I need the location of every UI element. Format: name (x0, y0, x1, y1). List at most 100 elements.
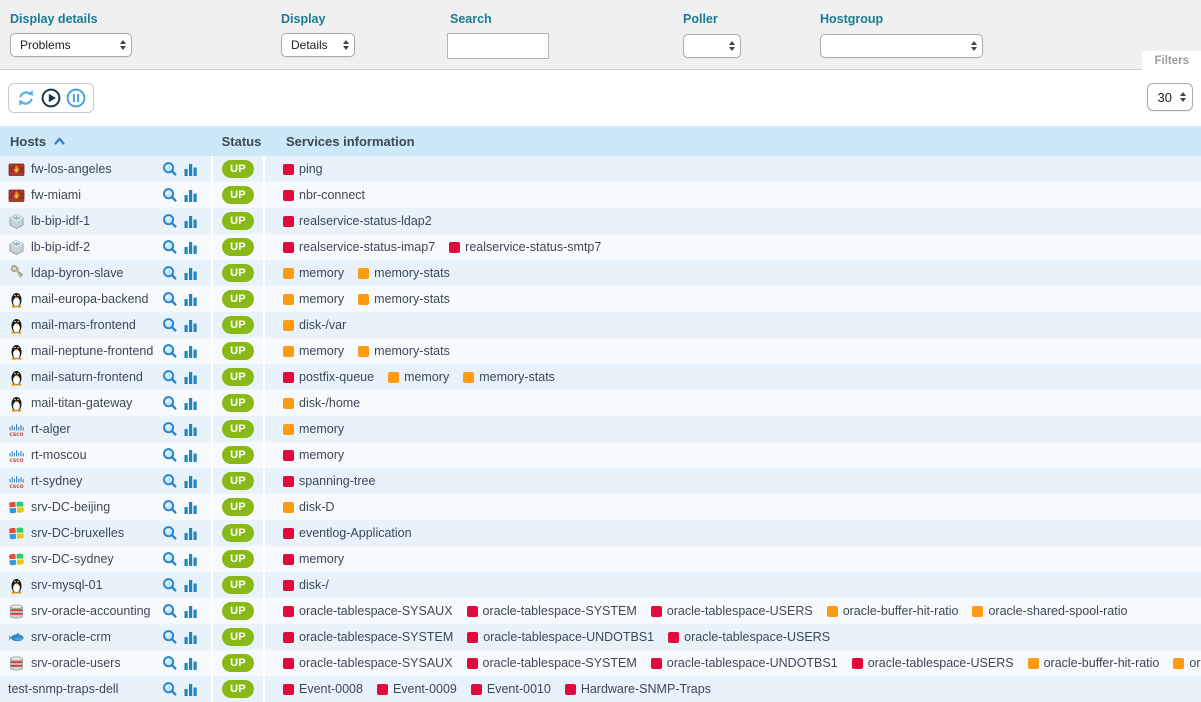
host-graph-chart-icon[interactable] (184, 214, 198, 229)
service-item[interactable]: memory (283, 422, 344, 436)
service-item[interactable]: memory (283, 344, 344, 358)
host-graph-chart-icon[interactable] (184, 526, 198, 541)
host-name[interactable]: rt-alger (31, 422, 162, 436)
service-item[interactable]: oracle-tablespace-SYSAUX (283, 656, 453, 670)
service-item[interactable]: oracle-tablespace-USERS (651, 604, 813, 618)
host-detail-magnifier-icon[interactable] (162, 473, 177, 489)
host-name[interactable]: mail-titan-gateway (31, 396, 162, 410)
pause-icon[interactable] (66, 88, 86, 108)
service-item[interactable]: memory (283, 448, 344, 462)
service-item[interactable]: oracle-tablespace-UNDOTBS1 (651, 656, 838, 670)
service-item[interactable]: realservice-status-smtp7 (449, 240, 601, 254)
host-name[interactable]: rt-sydney (31, 474, 162, 488)
host-detail-magnifier-icon[interactable] (162, 161, 177, 177)
service-item[interactable]: oracle-tablespace-UNDOTBS1 (467, 630, 654, 644)
service-item[interactable]: memory-stats (358, 292, 450, 306)
service-item[interactable]: nbr-connect (283, 188, 365, 202)
service-item[interactable]: oracle-tablespace-USERS (852, 656, 1014, 670)
host-detail-magnifier-icon[interactable] (162, 655, 177, 671)
host-name[interactable]: mail-mars-frontend (31, 318, 162, 332)
status-column-header[interactable]: Status (215, 134, 268, 149)
service-item[interactable]: ping (283, 162, 323, 176)
host-name[interactable]: srv-oracle-users (31, 656, 162, 670)
host-detail-magnifier-icon[interactable] (162, 629, 177, 645)
host-detail-magnifier-icon[interactable] (162, 265, 177, 281)
service-item[interactable]: memory (388, 370, 449, 384)
host-name[interactable]: mail-saturn-frontend (31, 370, 162, 384)
poller-select[interactable] (683, 34, 741, 58)
service-item[interactable]: disk-/home (283, 396, 360, 410)
service-item[interactable]: eventlog-Application (283, 526, 412, 540)
hosts-column-header[interactable]: Hosts (0, 134, 215, 149)
service-item[interactable]: Event-0009 (377, 682, 457, 696)
host-graph-chart-icon[interactable] (184, 240, 198, 255)
service-item[interactable]: oracle-shared-spool-ratio (972, 604, 1127, 618)
host-name[interactable]: srv-mysql-01 (31, 578, 162, 592)
service-item[interactable]: oracle-tablespace-SYSTEM (467, 656, 637, 670)
service-item[interactable]: Event-0008 (283, 682, 363, 696)
display-select[interactable]: Details (281, 33, 355, 57)
host-name[interactable]: lb-bip-idf-2 (31, 240, 162, 254)
filters-tab[interactable]: Filters (1142, 51, 1201, 70)
per-page-select[interactable]: 30 (1147, 83, 1193, 111)
service-item[interactable]: oracle-tablespace-SYSAUX (283, 604, 453, 618)
service-item[interactable]: memory (283, 292, 344, 306)
host-detail-magnifier-icon[interactable] (162, 369, 177, 385)
host-detail-magnifier-icon[interactable] (162, 291, 177, 307)
service-item[interactable]: realservice-status-ldap2 (283, 214, 432, 228)
host-name[interactable]: ldap-byron-slave (31, 266, 162, 280)
host-name[interactable]: fw-miami (31, 188, 162, 202)
service-item[interactable]: memory-stats (358, 266, 450, 280)
play-icon[interactable] (41, 88, 61, 108)
host-detail-magnifier-icon[interactable] (162, 577, 177, 593)
host-name[interactable]: srv-DC-bruxelles (31, 526, 162, 540)
service-item[interactable]: disk-D (283, 500, 334, 514)
host-graph-chart-icon[interactable] (184, 266, 198, 281)
host-detail-magnifier-icon[interactable] (162, 421, 177, 437)
service-item[interactable]: disk-/ (283, 578, 329, 592)
host-name[interactable]: mail-neptune-frontend (31, 344, 162, 358)
host-graph-chart-icon[interactable] (184, 682, 198, 697)
service-item[interactable]: oracle-tablespace-USERS (668, 630, 830, 644)
service-item[interactable]: oracle-shared-spool-ratio (1173, 656, 1201, 670)
host-graph-chart-icon[interactable] (184, 578, 198, 593)
host-graph-chart-icon[interactable] (184, 344, 198, 359)
service-item[interactable]: realservice-status-imap7 (283, 240, 435, 254)
host-name[interactable]: test-snmp-traps-dell (8, 682, 162, 696)
host-graph-chart-icon[interactable] (184, 318, 198, 333)
display-details-select[interactable]: Problems (10, 33, 132, 57)
host-detail-magnifier-icon[interactable] (162, 525, 177, 541)
host-graph-chart-icon[interactable] (184, 604, 198, 619)
host-name[interactable]: srv-oracle-accounting (31, 604, 162, 618)
service-item[interactable]: Event-0010 (471, 682, 551, 696)
host-graph-chart-icon[interactable] (184, 292, 198, 307)
host-detail-magnifier-icon[interactable] (162, 603, 177, 619)
service-item[interactable]: disk-/var (283, 318, 346, 332)
refresh-icon[interactable] (16, 88, 36, 108)
services-column-header[interactable]: Services information (268, 134, 1201, 149)
service-item[interactable]: memory-stats (358, 344, 450, 358)
host-name[interactable]: srv-DC-beijing (31, 500, 162, 514)
host-graph-chart-icon[interactable] (184, 552, 198, 567)
service-item[interactable]: postfix-queue (283, 370, 374, 384)
host-detail-magnifier-icon[interactable] (162, 187, 177, 203)
host-graph-chart-icon[interactable] (184, 500, 198, 515)
host-detail-magnifier-icon[interactable] (162, 239, 177, 255)
host-detail-magnifier-icon[interactable] (162, 213, 177, 229)
host-graph-chart-icon[interactable] (184, 422, 198, 437)
service-item[interactable]: memory (283, 266, 344, 280)
host-detail-magnifier-icon[interactable] (162, 343, 177, 359)
host-detail-magnifier-icon[interactable] (162, 395, 177, 411)
host-graph-chart-icon[interactable] (184, 474, 198, 489)
host-graph-chart-icon[interactable] (184, 656, 198, 671)
host-detail-magnifier-icon[interactable] (162, 551, 177, 567)
service-item[interactable]: oracle-tablespace-SYSTEM (283, 630, 453, 644)
hostgroup-select[interactable] (820, 34, 983, 58)
host-name[interactable]: rt-moscou (31, 448, 162, 462)
service-item[interactable]: oracle-buffer-hit-ratio (1028, 656, 1160, 670)
service-item[interactable]: oracle-buffer-hit-ratio (827, 604, 959, 618)
service-item[interactable]: oracle-tablespace-SYSTEM (467, 604, 637, 618)
host-name[interactable]: mail-europa-backend (31, 292, 162, 306)
host-graph-chart-icon[interactable] (184, 370, 198, 385)
service-item[interactable]: Hardware-SNMP-Traps (565, 682, 711, 696)
